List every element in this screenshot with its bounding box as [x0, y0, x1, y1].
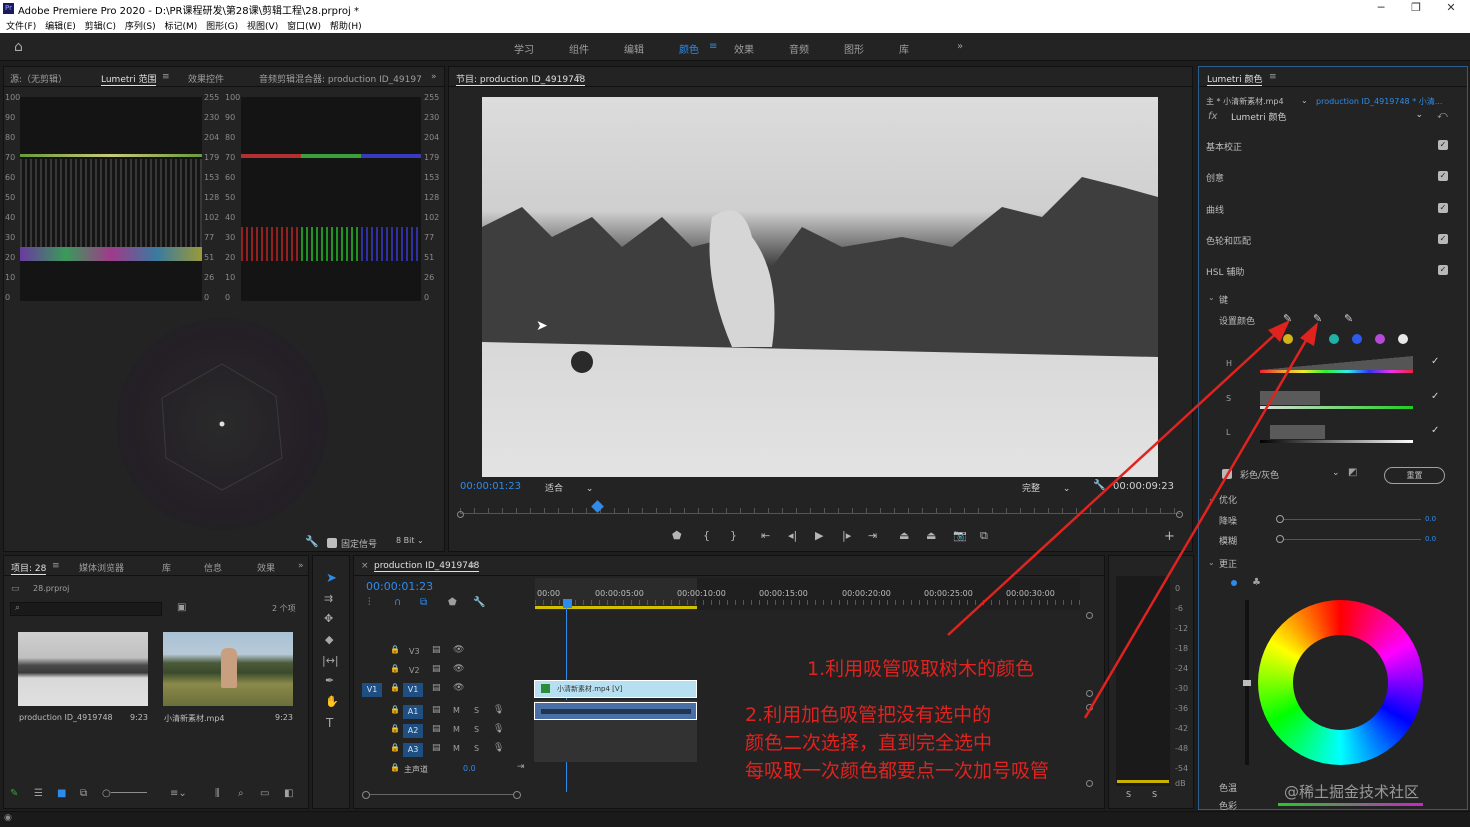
annotation-step-1: 1.利用吸管吸取树木的颜色: [807, 658, 1035, 680]
annotation-step-2-line-3: 每吸取一次颜色都要点一次加号吸管: [745, 760, 1050, 782]
status-bar: ◉: [0, 811, 1470, 827]
watermark: @稀土掘金技术社区: [1284, 783, 1420, 801]
annotation-step-2-line-1: 2.利用加色吸管把没有选中的: [745, 704, 992, 726]
annotation-arrows: [947, 320, 1318, 719]
status-icon: ◉: [4, 813, 12, 823]
annotation-step-2-line-2: 颜色二次选择，直到完全选中: [745, 732, 993, 754]
